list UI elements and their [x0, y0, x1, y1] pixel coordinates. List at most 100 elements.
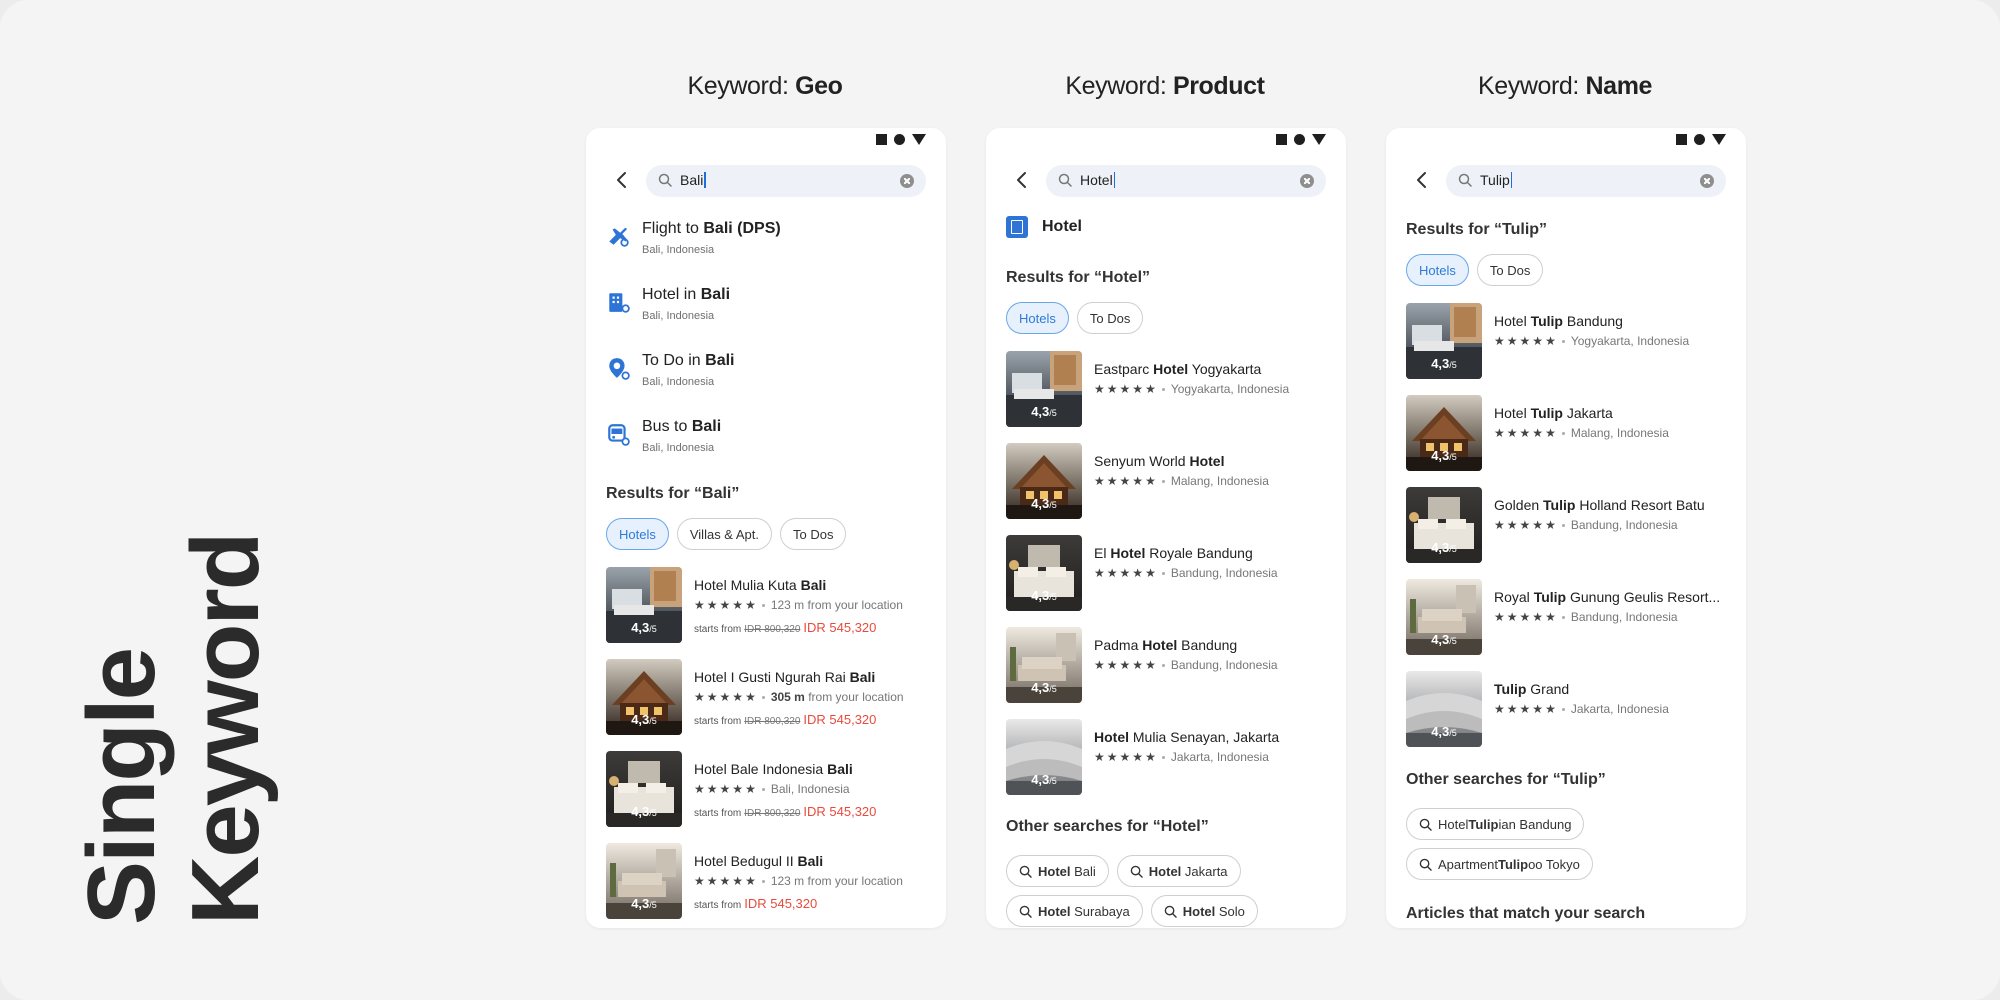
other-searches-title: Other searches for “Hotel” [1006, 818, 1209, 835]
suggestion-title: Hotel in Bali [642, 286, 730, 304]
other-search-chip[interactable]: Hotel Jakarta [1116, 855, 1241, 887]
price-line: starts from IDR 800,320 IDR 545,320 [694, 712, 876, 727]
hotel-name-keyword: Tulip [1533, 589, 1567, 605]
hotel-name-suffix: Yogyakarta [1188, 361, 1262, 377]
back-arrow-icon[interactable] [612, 170, 632, 190]
hotel-result-card[interactable]: 4,3/5 El Hotel Royale Bandung ★ ★ ★ ★ ★ Bandung… [1006, 535, 1336, 613]
hotel-name-suffix: Grand [1526, 681, 1570, 697]
suggestion-item[interactable]: To Do in Bali Bali, Indonesia [606, 352, 926, 404]
hotel-result-card[interactable]: 4,3/5 Hotel Mulia Kuta Bali ★ ★ ★ ★ ★ 123 m fro… [606, 567, 936, 645]
back-arrow-icon[interactable] [1412, 170, 1432, 190]
rating-value: 4,3 [631, 712, 650, 727]
other-search-chip[interactable]: Apartment Tulip oo Tokyo [1406, 848, 1593, 880]
location-text: Bandung, Indonesia [1570, 518, 1678, 532]
chip-suffix: ian Bandung [1498, 816, 1572, 832]
star-icon: ★ [1545, 334, 1556, 348]
location-text: Bandung, Indonesia [1570, 610, 1678, 624]
hotel-result-card[interactable]: 4,3/5 Senyum World Hotel ★ ★ ★ ★ ★ Malang, Indo… [1006, 443, 1336, 521]
star-icon: ★ [1132, 658, 1144, 672]
star-icon: ★ [1094, 474, 1105, 488]
filter-chip-hotels[interactable]: Hotels [1006, 302, 1069, 334]
hotel-result-card[interactable]: 4,3/5 Padma Hotel Bandung ★ ★ ★ ★ ★ Bandung, In… [1006, 627, 1336, 705]
separator-dot [1161, 571, 1165, 575]
other-search-chip[interactable]: Hotel Solo [1150, 895, 1258, 927]
other-search-chip[interactable]: Hotel Bali [1006, 855, 1109, 887]
rating-badge: 4,3/5 [1006, 772, 1082, 787]
hotel-result-card[interactable]: 4,3/5 Hotel Tulip Jakarta ★ ★ ★ ★ ★ Malang, Ind… [1406, 395, 1736, 473]
filter-chip-to-dos[interactable]: To Dos [1476, 254, 1544, 286]
chip-suffix: oo Tokyo [1528, 856, 1580, 872]
hotel-result-card[interactable]: 4,3/5 Royal Tulip Gunung Geulis Resort...… [1406, 579, 1736, 657]
hotel-result-card[interactable]: 4,3/5 Hotel Bedugul II Bali ★ ★ ★ ★ ★ 123 m fro… [606, 843, 936, 921]
chip-suffix: Solo [1215, 903, 1245, 919]
hotel-result-card[interactable]: 4,3/5 Hotel Tulip Bandung ★ ★ ★ ★ ★ Yogyakarta,… [1406, 303, 1736, 381]
search-input[interactable]: Tulip [1446, 165, 1726, 197]
rating-value: 4,3 [631, 804, 650, 819]
hotel-result-card[interactable]: 4,3/5 Eastparc Hotel Yogyakarta ★ ★ ★ ★ ★ Yogya… [1006, 351, 1336, 429]
filter-chip-hotels[interactable]: Hotels [1406, 254, 1469, 286]
status-triangle-icon [912, 134, 926, 145]
status-square-icon [876, 134, 887, 145]
star-icon: ★ [1094, 566, 1105, 580]
other-search-chip[interactable]: Hotel Tulip ian Bandung [1406, 808, 1585, 840]
star-icon: ★ [1094, 658, 1105, 672]
star-icon: ★ [1494, 610, 1505, 624]
hotel-location: Malang, Indonesia [1171, 474, 1269, 488]
rating-value: 4,3 [1431, 356, 1450, 371]
flight-search-icon [609, 228, 629, 247]
suggestion-item[interactable]: Hotel in Bali Bali, Indonesia [606, 286, 926, 338]
star-icon: ★ [1506, 518, 1518, 532]
separator-dot [1161, 663, 1165, 667]
hotel-name-suffix: Royale Bandung [1145, 545, 1253, 561]
hotel-result-card[interactable]: 4,3/5 Tulip Grand ★ ★ ★ ★ ★ Jakarta, Indonesia [1406, 671, 1736, 749]
rating-scale: /5 [649, 808, 657, 818]
hotel-meta: ★ ★ ★ ★ ★ Jakarta, Indonesia [1494, 702, 1669, 716]
hotel-thumbnail: 4,3/5 [1006, 719, 1082, 795]
star-icon: ★ [1506, 426, 1518, 440]
star-icon: ★ [1094, 382, 1105, 396]
star-icon: ★ [719, 690, 731, 704]
hotel-name-keyword: Tulip [1494, 681, 1527, 697]
clear-icon[interactable] [1700, 174, 1714, 188]
heading-prefix: Keyword: [687, 72, 796, 100]
hotel-meta: ★ ★ ★ ★ ★ Bandung, Indonesia [1494, 610, 1678, 624]
hotel-result-card[interactable]: 4,3/5 Hotel I Gusti Ngurah Rai Bali ★ ★ ★ ★ ★ 3… [606, 659, 936, 737]
suggestion-item[interactable]: Bus to Bali Bali, Indonesia [606, 418, 926, 470]
hotel-thumbnail: 4,3/5 [606, 751, 682, 827]
location-text: 123 m from your location [770, 598, 903, 612]
star-icon: ★ [1519, 334, 1531, 348]
back-arrow-icon[interactable] [1012, 170, 1032, 190]
rating-badge: 4,3/5 [1406, 724, 1482, 739]
hotel-location: Bandung, Indonesia [1571, 518, 1678, 532]
star-rating: ★ ★ ★ ★ ★ [694, 599, 756, 611]
filter-chip-to-dos[interactable]: To Dos [1076, 302, 1144, 334]
suggestion-item[interactable]: Flight to Bali (DPS) Bali, Indonesia [606, 220, 926, 272]
hotel-result-card[interactable]: 4,3/5 Hotel Bale Indonesia Bali ★ ★ ★ ★ ★ Bali,… [606, 751, 936, 829]
location-text: Bandung, Indonesia [1170, 658, 1278, 672]
location-text: Malang, Indonesia [1570, 426, 1669, 440]
star-icon: ★ [1145, 658, 1156, 672]
rating-scale: /5 [1449, 636, 1457, 646]
filter-chip-villas-apt-[interactable]: Villas & Apt. [676, 518, 772, 550]
hotel-location: Jakarta, Indonesia [1571, 702, 1669, 716]
rating-value: 4,3 [1031, 588, 1050, 603]
clear-icon[interactable] [1300, 174, 1314, 188]
search-input[interactable]: Hotel [1046, 165, 1326, 197]
old-price: IDR 800,320 [744, 716, 801, 727]
filter-chip-hotels[interactable]: Hotels [606, 518, 669, 550]
star-icon: ★ [745, 690, 756, 704]
other-search-chip[interactable]: Hotel Surabaya [1006, 895, 1143, 927]
clear-icon[interactable] [900, 174, 914, 188]
hotel-result-card[interactable]: 4,3/5 Hotel Mulia Senayan, Jakarta ★ ★ ★ ★ ★ Ja… [1006, 719, 1336, 797]
other-searches-title: Other searches for “Tulip” [1406, 771, 1606, 788]
filter-chip-to-dos[interactable]: To Dos [780, 518, 847, 550]
hotel-result-card[interactable]: 4,3/5 Golden Tulip Holland Resort Batu ★ ★ ★… [1406, 487, 1736, 565]
search-icon [1164, 905, 1177, 918]
search-icon [1419, 818, 1432, 831]
other-searches-row: Hotel Surabaya Hotel Solo [1006, 895, 1258, 927]
heading-prefix: Keyword: [1477, 72, 1586, 100]
hotel-name-keyword: Bali [797, 853, 824, 869]
current-price: IDR 545,320 [803, 804, 877, 819]
search-input[interactable]: Bali [646, 165, 926, 197]
search-value: Tulip [1480, 172, 1513, 188]
